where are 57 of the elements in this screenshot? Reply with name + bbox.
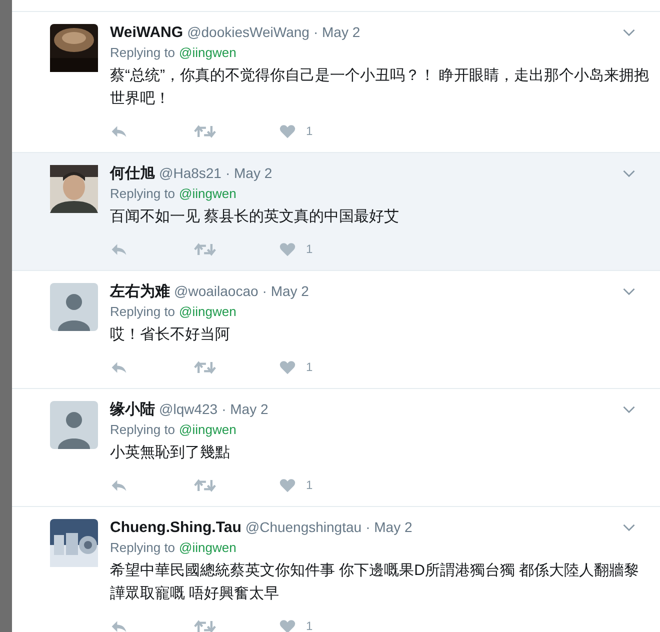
tweet-text: 希望中華民國總統蔡英文你知件事 你下邊嘅果D所謂港獨台獨 都係大陸人翻牆黎譁眾取寵嘅 唔好興奮太早: [110, 561, 640, 604]
chevron-down-icon[interactable]: [622, 286, 636, 296]
replying-label: Replying to: [110, 44, 176, 62]
like-count: 1: [306, 360, 313, 374]
retweet-icon[interactable]: [194, 124, 216, 138]
replying-label: Replying to: [110, 539, 176, 557]
default-avatar-icon[interactable]: [50, 283, 98, 331]
reply-icon[interactable]: [110, 124, 128, 138]
replying-label: Replying to: [110, 185, 176, 203]
mention-link[interactable]: @iingwen: [179, 42, 236, 64]
user-handle[interactable]: @lqw423: [159, 401, 218, 417]
like-icon[interactable]: [279, 360, 296, 374]
mention-link[interactable]: @iingwen: [179, 537, 236, 559]
retweet-icon[interactable]: [194, 360, 216, 374]
tweet-date[interactable]: · May 2: [262, 283, 309, 299]
user-handle[interactable]: @woailaocao: [174, 283, 258, 299]
user-handle[interactable]: @Ha8s21: [159, 165, 222, 181]
reply-icon[interactable]: [110, 242, 128, 256]
tweet-date[interactable]: · May 2: [222, 401, 268, 417]
like-icon[interactable]: [279, 124, 296, 138]
user-name[interactable]: 缘小陆: [110, 400, 155, 418]
like-icon[interactable]: [279, 618, 296, 632]
tweet-text: 小英無恥到了幾點: [110, 443, 231, 463]
user-handle[interactable]: @Chuengshingtau: [245, 519, 362, 535]
user-name[interactable]: Chueng.Shing.Tau: [110, 518, 242, 536]
tweet-date[interactable]: · May 2: [366, 519, 412, 535]
chevron-down-icon[interactable]: [622, 28, 636, 36]
user-name[interactable]: WeiWANG: [110, 24, 184, 40]
like-count: 1: [306, 478, 313, 492]
tweet-text: 蔡“总统”，你真的不觉得你自己是一个小丑吗？！ 睁开眼睛，走出那个小岛来拥抱世界吧！: [110, 66, 650, 109]
mention-link[interactable]: @iingwen: [179, 301, 236, 323]
retweet-icon[interactable]: [194, 618, 216, 632]
user-handle[interactable]: @dookiesWeiWang: [187, 24, 310, 40]
like-count: 1: [306, 124, 313, 138]
reply-icon[interactable]: [110, 360, 128, 374]
like-count: 1: [306, 242, 313, 256]
user-name[interactable]: 左右为难: [110, 282, 170, 300]
reply-icon[interactable]: [110, 618, 128, 632]
tweet-text: 百闻不如一见 蔡县长的英文真的中国最好艾: [110, 207, 400, 227]
mention-link[interactable]: @iingwen: [179, 183, 236, 205]
tweet-date[interactable]: · May 2: [225, 165, 272, 181]
replying-label: Replying to: [110, 303, 176, 321]
chevron-down-icon[interactable]: [622, 522, 636, 532]
tweet-date[interactable]: · May 2: [313, 24, 360, 40]
chevron-down-icon[interactable]: [622, 404, 636, 414]
reply-icon[interactable]: [110, 478, 128, 492]
mention-link[interactable]: @iingwen: [179, 419, 236, 441]
like-count: 1: [306, 619, 313, 632]
retweet-icon[interactable]: [194, 478, 216, 492]
chevron-down-icon[interactable]: [622, 168, 636, 178]
like-icon[interactable]: [279, 478, 296, 492]
retweet-icon[interactable]: [194, 242, 216, 256]
replying-label: Replying to: [110, 421, 176, 439]
tweet-text: 哎！省长不好当阿: [110, 325, 231, 345]
user-name[interactable]: 何仕旭: [110, 164, 155, 182]
default-avatar-icon[interactable]: [50, 401, 98, 449]
like-icon[interactable]: [279, 242, 296, 256]
